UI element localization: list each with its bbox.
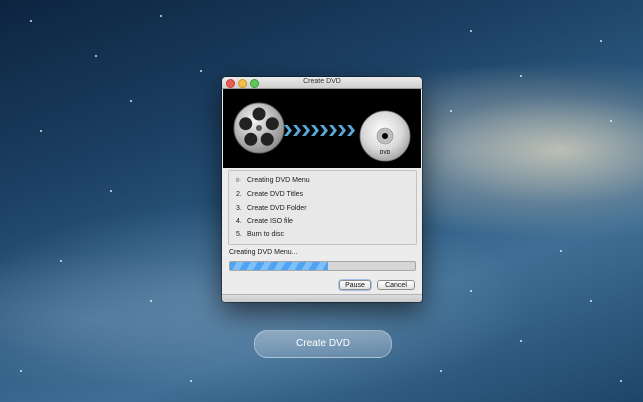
cancel-button[interactable]: Cancel [377, 280, 415, 290]
disc-label: DVD [380, 150, 391, 156]
create-dvd-window: Create DVD DVD ⊪ Creating DVD Menu 2. Cr… [222, 77, 422, 302]
window-titlebar[interactable]: Create DVD [222, 77, 422, 89]
step-label: Creating DVD Menu [247, 177, 310, 184]
progress-fill [230, 262, 329, 270]
step-label: Create DVD Titles [247, 191, 304, 198]
step-item-5: 5. Burn to disc [236, 231, 284, 238]
window-footer [222, 294, 422, 302]
step-item-3: 3. Create DVD Folder [236, 205, 307, 212]
window-title: Create DVD [303, 78, 341, 85]
step-item-1: ⊪ Creating DVD Menu [236, 177, 310, 184]
step-number: 5. [236, 231, 242, 238]
pause-button[interactable]: Pause [339, 280, 371, 290]
film-reel-icon [233, 102, 285, 154]
steps-list: ⊪ Creating DVD Menu 2. Create DVD Titles… [228, 170, 417, 245]
step-label: Create DVD Folder [247, 205, 307, 212]
step-number: 4. [236, 218, 242, 225]
step-label: Burn to disc [247, 231, 284, 238]
step-number: 3. [236, 205, 242, 212]
dvd-disc-icon: DVD [359, 110, 411, 162]
status-text: Creating DVD Menu... [229, 249, 298, 256]
step-label: Create ISO file [247, 218, 293, 225]
arrow-chevrons-icon [284, 125, 355, 137]
step-item-2: 2. Create DVD Titles [236, 191, 303, 198]
progress-bar [229, 261, 416, 271]
conversion-banner: DVD [223, 89, 421, 168]
create-dvd-button[interactable]: Create DVD [254, 330, 392, 358]
step-number: 2. [236, 191, 242, 198]
step-item-4: 4. Create ISO file [236, 218, 293, 225]
spinner-icon: ⊪ [236, 178, 242, 184]
